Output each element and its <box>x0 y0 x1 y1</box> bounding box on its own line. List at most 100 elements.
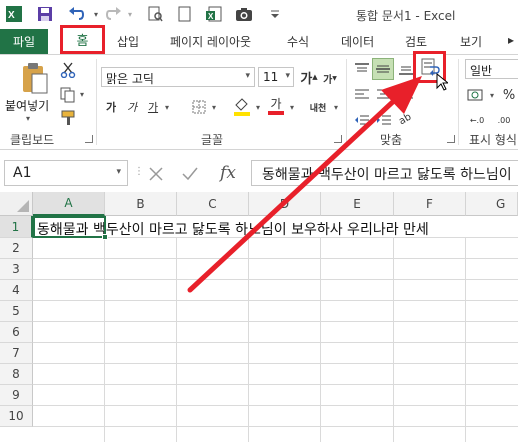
row-header-2[interactable]: 2 <box>0 238 33 259</box>
align-left-icon[interactable] <box>352 85 372 105</box>
save-icon[interactable] <box>35 4 55 24</box>
undo-icon[interactable] <box>66 4 86 24</box>
camera-icon[interactable] <box>234 4 254 24</box>
orientation-icon[interactable]: ab <box>392 106 418 132</box>
borders-dropdown-icon[interactable]: ▾ <box>209 99 219 115</box>
tab-file[interactable]: 파일 <box>0 29 48 54</box>
number-group-label: 표시 형식 <box>469 133 517 147</box>
align-middle-icon[interactable] <box>372 58 394 80</box>
borders-icon[interactable] <box>190 97 208 117</box>
paste-icon[interactable] <box>16 61 52 95</box>
formula-input[interactable]: 동해물과 백두산이 마르고 닳도록 하느님이 <box>251 160 518 186</box>
row-header-5[interactable]: 5 <box>0 301 33 322</box>
formula-bar-grip-icon[interactable]: ⋮ <box>134 166 144 177</box>
insert-function-button[interactable]: fx <box>214 160 242 186</box>
font-color-dropdown-icon[interactable]: ▾ <box>287 99 297 115</box>
tab-data[interactable]: 데이터 <box>341 33 374 50</box>
fill-color-icon[interactable] <box>232 95 252 117</box>
row-header-7[interactable]: 7 <box>0 343 33 364</box>
copy-dropdown-icon[interactable]: ▾ <box>77 89 87 99</box>
row-header-6[interactable]: 6 <box>0 322 33 343</box>
name-box[interactable]: A1 ▾ <box>4 160 128 186</box>
column-gridline <box>248 238 249 442</box>
select-all-button[interactable] <box>0 192 33 216</box>
column-header-B[interactable]: B <box>105 192 177 216</box>
column-header-F[interactable]: F <box>394 192 466 216</box>
fill-color-dropdown-icon[interactable]: ▾ <box>253 99 263 115</box>
clipboard-launcher-icon[interactable] <box>85 135 93 143</box>
undo-dropdown-icon[interactable]: ▾ <box>86 4 106 24</box>
row-header-10[interactable]: 10 <box>0 406 33 427</box>
font-name-select[interactable]: 맑은 고딕 ▾ <box>101 67 255 87</box>
phonetic-dropdown-icon[interactable]: ▾ <box>331 99 341 115</box>
excel-doc-icon[interactable]: X <box>204 4 224 24</box>
cell-A1-selection[interactable] <box>33 216 106 238</box>
row-gridline <box>33 405 518 406</box>
row-header-3[interactable]: 3 <box>0 259 33 280</box>
accounting-dropdown-icon[interactable]: ▾ <box>487 87 497 103</box>
bold-button[interactable]: 가 <box>103 97 119 117</box>
cancel-icon[interactable] <box>146 164 166 184</box>
tab-page-layout[interactable]: 페이지 레이아웃 <box>170 33 251 50</box>
font-size-value: 11 <box>263 70 279 84</box>
tab-review[interactable]: 검토 <box>405 33 427 50</box>
tab-home[interactable]: 홈 <box>60 25 105 54</box>
cut-icon[interactable] <box>59 61 77 79</box>
number-format-value: 일반 <box>470 64 493 78</box>
worksheet-grid[interactable]: A B C D E F G 1 2 3 4 5 6 7 8 9 10 동해물과 … <box>0 192 518 442</box>
alignment-launcher-icon[interactable] <box>447 135 455 143</box>
increase-font-size-button[interactable]: 가 ▲ <box>300 67 318 87</box>
increase-indent-icon[interactable] <box>374 111 394 129</box>
row-gridline <box>33 363 518 364</box>
row-header-4[interactable]: 4 <box>0 280 33 301</box>
font-color-swatch <box>268 111 284 115</box>
document-title: 통합 문서1 - Excel <box>356 9 456 23</box>
accounting-format-icon[interactable] <box>465 85 487 105</box>
underline-dropdown-icon[interactable]: ▾ <box>162 99 172 115</box>
increase-font-size-label: 가 <box>300 71 313 87</box>
align-right-icon[interactable] <box>396 85 416 105</box>
column-gridline <box>176 238 177 442</box>
paste-button[interactable]: 붙여넣기 <box>5 97 49 114</box>
tab-more[interactable]: ▸ <box>508 33 514 47</box>
enter-icon[interactable] <box>180 164 200 184</box>
font-size-select[interactable]: 11 ▾ <box>258 67 294 87</box>
column-header-D[interactable]: D <box>249 192 321 216</box>
tab-insert[interactable]: 삽입 <box>117 33 139 50</box>
tab-formulas[interactable]: 수식 <box>287 33 309 50</box>
font-launcher-icon[interactable] <box>334 135 342 143</box>
column-header-E[interactable]: E <box>321 192 394 216</box>
increase-decimal-icon[interactable]: ←.0 <box>465 111 489 129</box>
decrease-indent-icon[interactable] <box>352 111 372 129</box>
column-header-G[interactable]: G <box>466 192 518 216</box>
number-format-select[interactable]: 일반 <box>465 59 518 79</box>
row-header-9[interactable]: 9 <box>0 385 33 406</box>
formula-bar: A1 ▾ ⋮ fx 동해물과 백두산이 마르고 닳도록 하느님이 <box>0 150 518 190</box>
paste-dropdown-icon[interactable]: ▾ <box>22 113 34 123</box>
row-gridline <box>33 342 518 343</box>
copy-icon[interactable] <box>59 86 77 104</box>
customize-quick-access-icon[interactable] <box>265 4 285 24</box>
mouse-cursor-icon <box>436 72 450 94</box>
align-center-icon[interactable] <box>374 85 394 105</box>
column-header-A[interactable]: A <box>33 192 105 216</box>
column-gridline <box>393 238 394 442</box>
decrease-decimal-icon[interactable]: .00 <box>492 111 516 129</box>
tab-view[interactable]: 보기 <box>460 33 482 50</box>
decrease-font-size-button[interactable]: 가 ▼ <box>322 69 338 87</box>
italic-button[interactable]: 가 <box>124 97 140 117</box>
print-preview-icon[interactable] <box>145 4 165 24</box>
format-painter-icon[interactable] <box>59 109 77 127</box>
percent-style-icon[interactable]: % <box>500 85 518 105</box>
fill-handle[interactable] <box>102 234 108 240</box>
underline-button[interactable]: 가 <box>145 97 161 117</box>
new-doc-icon[interactable] <box>175 4 195 24</box>
redo-dropdown-icon[interactable]: ▾ <box>120 4 140 24</box>
align-top-icon[interactable] <box>352 59 372 79</box>
column-header-C[interactable]: C <box>177 192 249 216</box>
row-header-8[interactable]: 8 <box>0 364 33 385</box>
font-color-button[interactable]: 가 <box>266 95 286 117</box>
phonetic-guide-button[interactable]: 내천 <box>305 97 331 117</box>
row-gridline <box>33 384 518 385</box>
row-header-1[interactable]: 1 <box>0 216 33 238</box>
